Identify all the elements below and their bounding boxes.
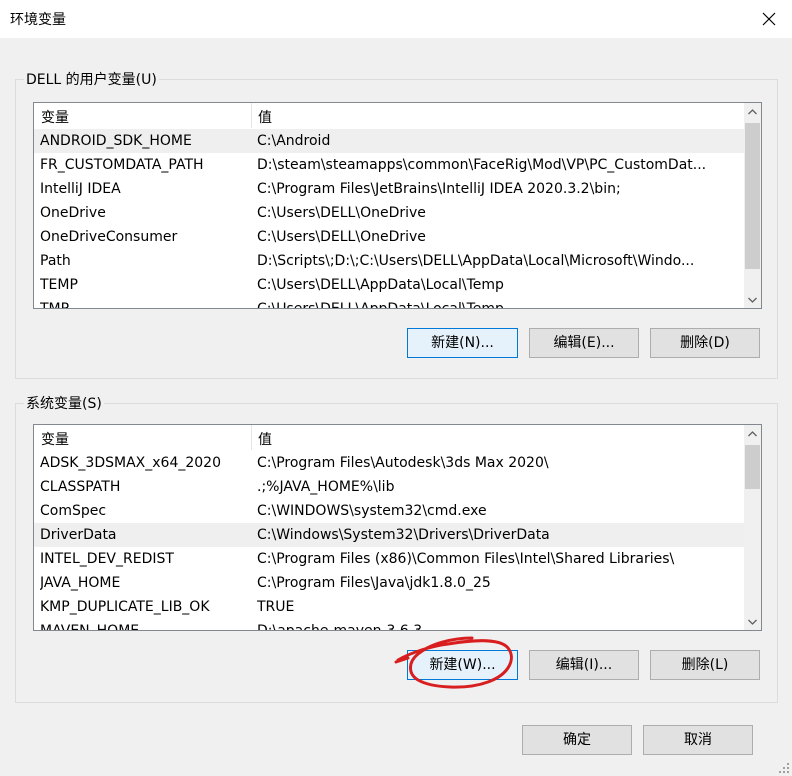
- var-value: C:\Android: [257, 133, 331, 149]
- scroll-up-button[interactable]: [744, 103, 761, 120]
- table-row[interactable]: KMP_DUPLICATE_LIB_OK TRUE: [34, 595, 744, 619]
- var-name: OneDrive: [40, 205, 106, 221]
- column-header-name[interactable]: 变量: [41, 429, 69, 449]
- user-vars-rows: ANDROID_SDK_HOME C:\Android FR_CUSTOMDATA…: [34, 129, 744, 308]
- var-name: JAVA_HOME: [40, 575, 121, 591]
- title-bar: 环境变量: [0, 0, 792, 38]
- var-value: C:\Program Files\Java\jdk1.8.0_25: [257, 575, 491, 591]
- table-row[interactable]: ANDROID_SDK_HOME C:\Android: [34, 129, 744, 153]
- user-delete-button[interactable]: 删除(D): [650, 328, 760, 358]
- var-value: C:\Windows\System32\Drivers\DriverData: [257, 527, 550, 543]
- user-vars-scrollbar[interactable]: [744, 103, 761, 308]
- var-value: D:\Scripts\;D:\;C:\Users\DELL\AppData\Lo…: [257, 253, 695, 269]
- list-header: 变量 值: [34, 425, 744, 450]
- column-header-value[interactable]: 值: [258, 107, 272, 127]
- table-row[interactable]: ADSK_3DSMAX_x64_2020 C:\Program Files\Aut…: [34, 451, 744, 475]
- var-value: C:\WINDOWS\system32\cmd.exe: [257, 503, 487, 519]
- var-name: DriverData: [40, 527, 117, 543]
- table-row[interactable]: MAVEN_HOME D:\apache-maven-3.6.3: [34, 619, 744, 630]
- table-row[interactable]: OneDrive C:\Users\DELL\OneDrive: [34, 201, 744, 225]
- scroll-thumb[interactable]: [745, 445, 760, 489]
- system-delete-button[interactable]: 删除(L): [650, 650, 760, 680]
- var-value: C:\Users\DELL\OneDrive: [257, 205, 426, 221]
- table-row[interactable]: INTEL_DEV_REDIST C:\Program Files (x86)\C…: [34, 547, 744, 571]
- table-row[interactable]: CLASSPATH .;%JAVA_HOME%\lib: [34, 475, 744, 499]
- system-new-button[interactable]: 新建(W)...: [407, 650, 518, 680]
- var-name: ComSpec: [40, 503, 107, 519]
- system-vars-scrollbar[interactable]: [744, 425, 761, 630]
- var-name: CLASSPATH: [40, 479, 121, 495]
- user-vars-list[interactable]: 变量 值 ANDROID_SDK_HOME C:\Android FR_CUSTO…: [33, 102, 762, 309]
- var-value: C:\Users\DELL\AppData\Local\Temp: [257, 277, 504, 293]
- var-name: TMP: [40, 297, 250, 308]
- scroll-down-button[interactable]: [744, 613, 761, 630]
- var-name: ADSK_3DSMAX_x64_2020: [40, 455, 221, 471]
- var-value: C:\Users\DELL\AppData\Local\Temp: [257, 297, 735, 308]
- system-edit-button[interactable]: 编辑(I)...: [529, 650, 639, 680]
- var-name: MAVEN_HOME: [40, 619, 250, 630]
- var-value: C:\Users\DELL\OneDrive: [257, 229, 426, 245]
- close-button[interactable]: [746, 0, 792, 38]
- table-row[interactable]: OneDriveConsumer C:\Users\DELL\OneDrive: [34, 225, 744, 249]
- scroll-up-button[interactable]: [744, 425, 761, 442]
- chevron-down-icon: [748, 619, 757, 625]
- table-row[interactable]: JAVA_HOME C:\Program Files\Java\jdk1.8.0_…: [34, 571, 744, 595]
- resize-grip-icon[interactable]: [778, 762, 790, 774]
- scroll-down-button[interactable]: [744, 291, 761, 308]
- window-title: 环境变量: [10, 12, 66, 28]
- system-vars-label: 系统变量(S): [24, 393, 104, 413]
- var-name: OneDriveConsumer: [40, 229, 178, 245]
- user-edit-button[interactable]: 编辑(E)...: [529, 328, 639, 358]
- chevron-up-icon: [748, 108, 757, 114]
- close-icon: [762, 12, 776, 26]
- chevron-down-icon: [748, 297, 757, 303]
- column-header-name[interactable]: 变量: [41, 107, 69, 127]
- var-value: C:\Program Files\Autodesk\3ds Max 2020\: [257, 455, 549, 471]
- var-name: TEMP: [40, 277, 78, 293]
- column-divider[interactable]: [251, 425, 252, 450]
- var-name: KMP_DUPLICATE_LIB_OK: [40, 599, 210, 615]
- list-header: 变量 值: [34, 103, 744, 128]
- table-row[interactable]: TMP C:\Users\DELL\AppData\Local\Temp: [34, 297, 744, 308]
- column-header-value[interactable]: 值: [258, 429, 272, 449]
- user-vars-label: DELL 的用户变量(U): [24, 69, 159, 89]
- var-value: C:\Program Files (x86)\Common Files\Inte…: [257, 551, 675, 567]
- table-row[interactable]: FR_CUSTOMDATA_PATH D:\steam\steamapps\com…: [34, 153, 744, 177]
- system-vars-list[interactable]: 变量 值 ADSK_3DSMAX_x64_2020 C:\Program File…: [33, 424, 762, 631]
- ok-button[interactable]: 确定: [522, 725, 632, 755]
- table-row[interactable]: DriverData C:\Windows\System32\Drivers\Dr…: [34, 523, 744, 547]
- table-row[interactable]: IntelliJ IDEA C:\Program Files\JetBrains\…: [34, 177, 744, 201]
- var-name: Path: [40, 253, 71, 269]
- table-row[interactable]: Path D:\Scripts\;D:\;C:\Users\DELL\AppDat…: [34, 249, 744, 273]
- user-new-button[interactable]: 新建(N)...: [407, 328, 518, 358]
- table-row[interactable]: ComSpec C:\WINDOWS\system32\cmd.exe: [34, 499, 744, 523]
- column-divider[interactable]: [251, 103, 252, 128]
- var-value: D:\apache-maven-3.6.3: [257, 619, 735, 630]
- var-name: FR_CUSTOMDATA_PATH: [40, 157, 204, 173]
- system-vars-rows: ADSK_3DSMAX_x64_2020 C:\Program Files\Aut…: [34, 451, 744, 630]
- var-name: INTEL_DEV_REDIST: [40, 551, 174, 567]
- var-name: IntelliJ IDEA: [40, 181, 121, 197]
- table-row[interactable]: TEMP C:\Users\DELL\AppData\Local\Temp: [34, 273, 744, 297]
- scroll-thumb[interactable]: [745, 123, 760, 269]
- var-value: TRUE: [257, 599, 295, 615]
- var-value: .;%JAVA_HOME%\lib: [257, 479, 395, 495]
- chevron-up-icon: [748, 430, 757, 436]
- var-name: ANDROID_SDK_HOME: [40, 133, 192, 149]
- var-value: D:\steam\steamapps\common\FaceRig\Mod\VP…: [257, 157, 707, 173]
- var-value: C:\Program Files\JetBrains\IntelliJ IDEA…: [257, 181, 621, 197]
- cancel-button[interactable]: 取消: [643, 725, 753, 755]
